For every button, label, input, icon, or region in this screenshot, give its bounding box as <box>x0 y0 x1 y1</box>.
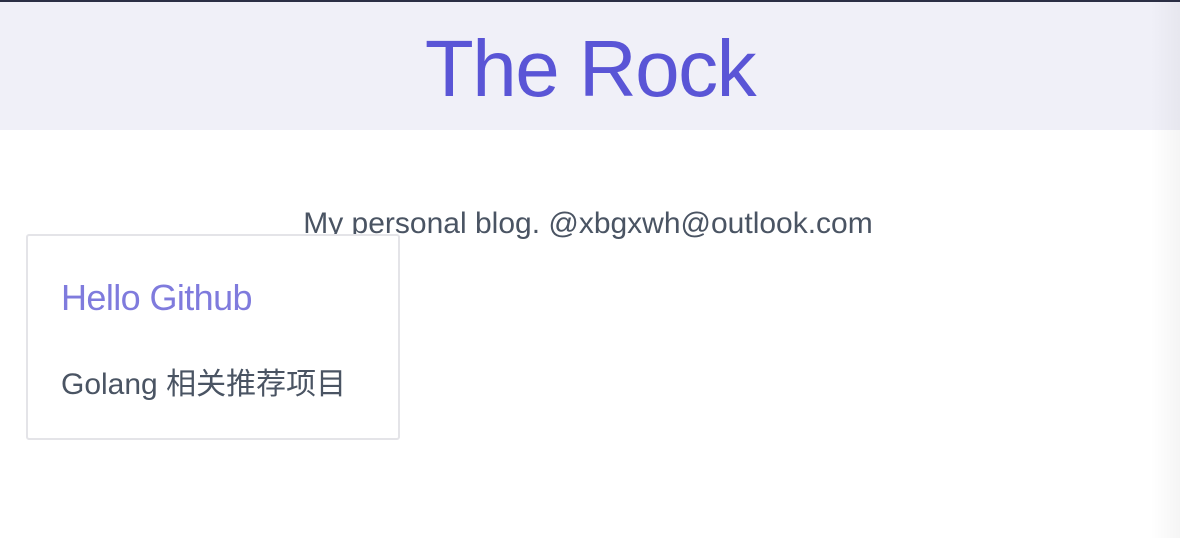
post-description: Golang 相关推荐项目 <box>61 368 347 401</box>
site-header: The Rock <box>0 2 1180 130</box>
blog-page: The Rock My personal blog. @xbgxwh@outlo… <box>0 0 1180 538</box>
post-card[interactable]: Hello Github Golang 相关推荐项目 <box>26 234 400 440</box>
site-title[interactable]: The Rock <box>0 2 1180 112</box>
post-title-link[interactable]: Hello Github <box>61 278 253 318</box>
